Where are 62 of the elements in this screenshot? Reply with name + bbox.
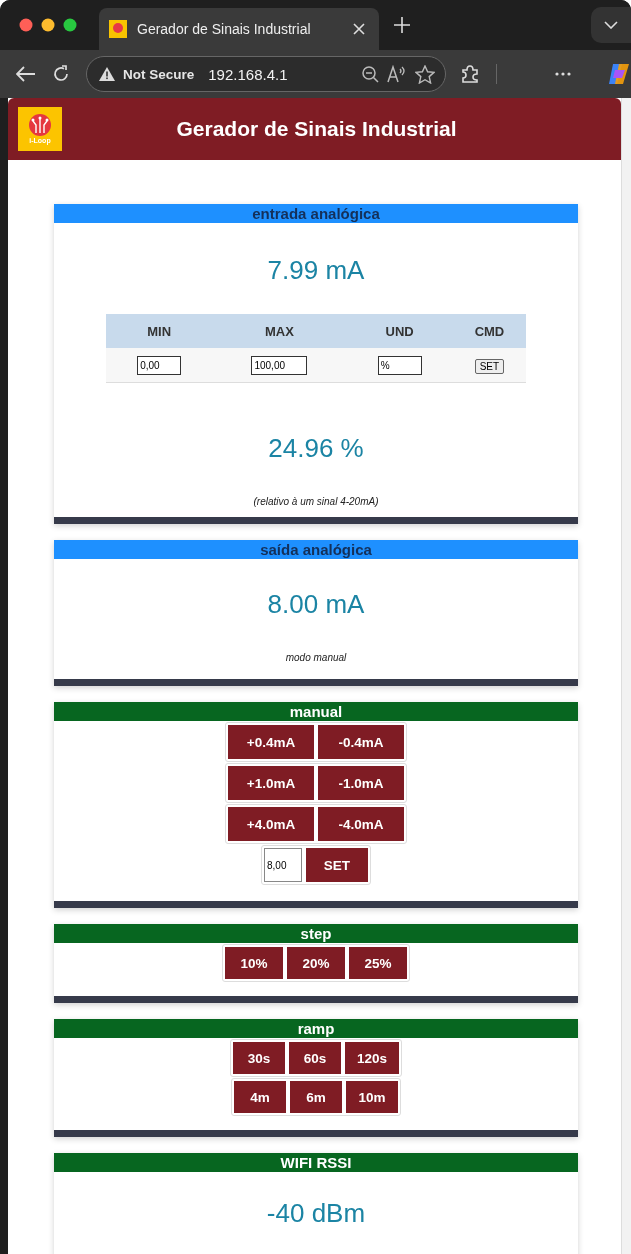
- close-window-icon[interactable]: [19, 18, 33, 32]
- panel-header: ramp: [54, 1019, 578, 1038]
- security-label: Not Secure: [123, 66, 195, 82]
- back-arrow-icon[interactable]: [16, 66, 36, 82]
- circuit-logo-icon: [27, 113, 53, 137]
- input-field[interactable]: 8,00: [264, 848, 302, 882]
- minimize-window-icon[interactable]: [41, 18, 55, 32]
- address-bar[interactable]: Not Secure 192.168.4.1: [86, 56, 446, 92]
- input-field[interactable]: 0,00: [137, 356, 182, 375]
- reading-value: 24.96 %: [268, 433, 364, 464]
- column-header: MAX: [212, 314, 347, 348]
- page-title: Gerador de Sinais Industrial: [175, 117, 458, 141]
- close-tab-icon[interactable]: [353, 23, 365, 35]
- set-button[interactable]: SET: [306, 848, 368, 882]
- input-field[interactable]: %: [377, 356, 422, 375]
- command-button[interactable]: +1.0mA: [228, 766, 314, 800]
- command-button[interactable]: +4.0mA: [228, 807, 314, 841]
- panel-header: manual: [54, 702, 578, 721]
- column-header: UND: [346, 314, 453, 348]
- chevron-down-icon: [604, 21, 618, 29]
- command-button[interactable]: -0.4mA: [318, 725, 404, 759]
- command-button[interactable]: 6m: [290, 1081, 342, 1113]
- more-options-icon[interactable]: [555, 72, 571, 76]
- panel-header: step: [54, 924, 578, 943]
- assistant-logo-icon[interactable]: [607, 62, 631, 86]
- browser-tab[interactable]: Gerador de Sinais Industrial: [99, 8, 379, 50]
- tab-favicon-icon: [109, 20, 127, 38]
- read-aloud-icon[interactable]: [387, 65, 407, 83]
- note-text: modo manual: [285, 652, 347, 663]
- command-button[interactable]: 60s: [288, 1042, 341, 1074]
- reading-value: 8.00 mA: [267, 589, 365, 620]
- command-button[interactable]: +0.4mA: [228, 725, 314, 759]
- zoom-out-icon[interactable]: [361, 65, 379, 83]
- command-button[interactable]: 25%: [349, 947, 407, 979]
- panel-header: WIFI RSSI: [54, 1153, 578, 1172]
- command-button[interactable]: 10%: [225, 947, 283, 979]
- set-button[interactable]: SET: [474, 359, 505, 374]
- panel-header: entrada analógica: [54, 204, 578, 223]
- reload-icon[interactable]: [52, 65, 70, 83]
- note-text: (relativo à um sinal 4-20mA): [253, 496, 379, 507]
- maximize-window-icon[interactable]: [63, 18, 77, 32]
- warning-icon: [99, 67, 115, 81]
- scrollbar-track[interactable]: [621, 98, 631, 1254]
- command-button[interactable]: -4.0mA: [318, 807, 404, 841]
- new-tab-icon[interactable]: [393, 16, 411, 34]
- reading-value: -40 dBm: [266, 1198, 366, 1229]
- command-button[interactable]: 120s: [344, 1042, 399, 1074]
- url-text: 192.168.4.1: [208, 65, 288, 83]
- input-field[interactable]: 100,00: [251, 356, 308, 375]
- column-header: CMD: [452, 314, 526, 348]
- puzzle-piece-icon[interactable]: [460, 64, 480, 84]
- command-button[interactable]: 10m: [346, 1081, 398, 1113]
- command-button[interactable]: -1.0mA: [318, 766, 404, 800]
- reading-value: 7.99 mA: [267, 255, 365, 286]
- column-header: MIN: [106, 314, 213, 348]
- tab-list-button[interactable]: [591, 7, 631, 43]
- command-button[interactable]: 4m: [234, 1081, 286, 1113]
- panel-header: saída analógica: [54, 540, 578, 559]
- command-button[interactable]: 30s: [232, 1042, 285, 1074]
- command-button[interactable]: 20%: [287, 947, 345, 979]
- tab-title: Gerador de Sinais Industrial: [137, 21, 312, 37]
- star-icon[interactable]: [415, 64, 435, 84]
